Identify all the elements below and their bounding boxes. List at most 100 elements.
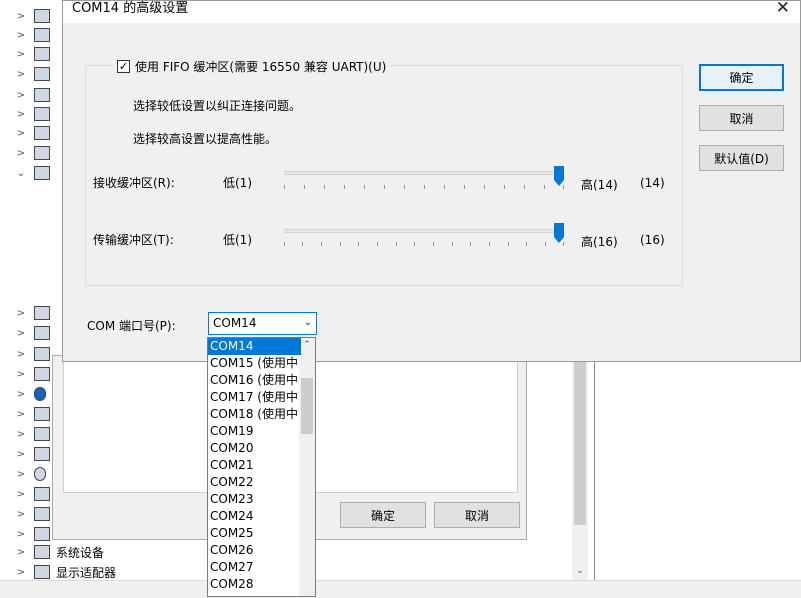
vertical-scrollbar[interactable]: ⌄ (572, 360, 588, 580)
monitor-icon (34, 347, 50, 361)
scrollbar-thumb[interactable] (301, 378, 313, 434)
chevron-right-icon[interactable]: > (16, 547, 26, 558)
tree-node-system-devices[interactable]: > 系统设备 (16, 542, 136, 562)
chevron-down-icon[interactable]: ⌄ (304, 317, 312, 328)
ok-button[interactable]: 确定 (699, 64, 784, 91)
speaker-icon (34, 447, 50, 461)
dropdown-option[interactable]: COM21 (208, 457, 301, 474)
chevron-right-icon[interactable]: > (16, 567, 26, 578)
dropdown-option[interactable]: COM16 (使用中 (208, 372, 301, 389)
device-icon (34, 9, 50, 23)
hint-low-text: 选择较低设置以纠正连接问题。 (133, 99, 302, 113)
device-icon (34, 47, 50, 61)
chevron-right-icon[interactable]: > (16, 529, 26, 540)
printer-icon (34, 126, 50, 140)
scrollbar-thumb[interactable] (574, 360, 586, 525)
dropdown-option[interactable]: COM17 (使用中 (208, 389, 301, 406)
monitor-icon (34, 565, 50, 579)
monitor-icon (34, 326, 50, 340)
controller-icon (34, 407, 50, 421)
com-port-label: COM 端口号(P): (87, 319, 176, 333)
receive-buffer-label: 接收缓冲区(R): (93, 176, 175, 190)
device-icon (34, 507, 50, 521)
chevron-right-icon[interactable]: > (16, 409, 26, 420)
transmit-slider-ticks (284, 242, 564, 246)
dropdown-option[interactable]: COM27 (208, 559, 301, 576)
ok-button[interactable]: 确定 (340, 502, 426, 528)
tree-node-display-adapters[interactable]: > 显示适配器 (16, 562, 136, 582)
dropdown-option[interactable]: COM25 (208, 525, 301, 542)
dropdown-option[interactable]: COM15 (使用中 (208, 355, 301, 372)
dropdown-option[interactable]: COM19 (208, 423, 301, 440)
chevron-right-icon[interactable]: > (16, 469, 26, 480)
dropdown-option[interactable]: COM20 (208, 440, 301, 457)
network-icon (34, 527, 50, 541)
mouse-icon (34, 467, 46, 481)
tree-node-label: 系统设备 (56, 545, 105, 560)
com-port-selected-value: COM14 (213, 316, 257, 330)
cancel-button[interactable]: 取消 (434, 502, 520, 528)
scroll-up-icon[interactable]: ⌃ (299, 340, 315, 354)
cancel-button[interactable]: 取消 (699, 105, 784, 131)
dropdown-option[interactable]: COM23 (208, 491, 301, 508)
folder-icon (34, 545, 50, 559)
com-port-select[interactable]: COM14 ⌄ (208, 312, 317, 335)
chevron-right-icon[interactable]: > (16, 389, 26, 400)
dropdown-option[interactable]: COM22 (208, 474, 301, 491)
fifo-checkbox[interactable]: ✓ 使用 FIFO 缓冲区(需要 16550 兼容 UART)(U) (113, 58, 391, 75)
device-icon (34, 88, 50, 102)
transmit-low-label: 低(1) (223, 233, 252, 247)
receive-high-label: 高(14) (581, 178, 618, 192)
printer-icon (34, 146, 50, 160)
chevron-right-icon[interactable]: > (16, 90, 26, 101)
usb-icon (34, 487, 50, 501)
title-bar: COM14 的高级设置 ✕ (63, 0, 800, 23)
transmit-buffer-label: 传输缓冲区(T): (93, 233, 174, 247)
dropdown-option[interactable]: COM18 (使用中 (208, 406, 301, 423)
checkmark-icon[interactable]: ✓ (117, 60, 130, 73)
dropdown-option[interactable]: COM24 (208, 508, 301, 525)
pane-divider (594, 360, 595, 580)
dropdown-option[interactable]: COM29 (208, 593, 301, 596)
chevron-right-icon[interactable]: > (16, 349, 26, 360)
keyboard-icon (34, 367, 50, 381)
horizontal-scrollbar[interactable] (0, 580, 801, 598)
bluetooth-icon (34, 387, 46, 401)
defaults-button[interactable]: 默认值(D) (699, 145, 784, 171)
device-icon (34, 427, 50, 441)
port-icon (34, 166, 50, 180)
chevron-right-icon[interactable]: > (16, 128, 26, 139)
chevron-right-icon[interactable]: > (16, 69, 26, 80)
chevron-right-icon[interactable]: > (16, 449, 26, 460)
dropdown-option[interactable]: COM26 (208, 542, 301, 559)
hint-high-text: 选择较高设置以提高性能。 (133, 132, 278, 146)
chevron-right-icon[interactable]: > (16, 308, 26, 319)
device-icon (34, 67, 50, 81)
chevron-right-icon[interactable]: > (16, 489, 26, 500)
chevron-right-icon[interactable]: > (16, 30, 26, 41)
chevron-right-icon[interactable]: > (16, 49, 26, 60)
fifo-checkbox-label[interactable]: 使用 FIFO 缓冲区(需要 16550 兼容 UART)(U) (135, 58, 386, 75)
dropdown-scrollbar[interactable]: ⌃ (299, 338, 315, 596)
chevron-right-icon[interactable]: > (16, 109, 26, 120)
dropdown-option[interactable]: COM28 (208, 576, 301, 593)
dropdown-option[interactable]: COM14 (208, 338, 301, 355)
close-icon[interactable]: ✕ (776, 0, 790, 17)
chevron-right-icon[interactable]: > (16, 11, 26, 22)
chevron-right-icon[interactable]: > (16, 509, 26, 520)
chevron-right-icon[interactable]: > (16, 148, 26, 159)
chevron-right-icon[interactable]: > (16, 328, 26, 339)
transmit-high-label: 高(16) (581, 235, 618, 249)
receive-buffer-slider[interactable] (284, 171, 564, 175)
com-port-dropdown-list[interactable]: ⌃ COM14 COM15 (使用中 COM16 (使用中 COM17 (使用中 COM… (207, 337, 316, 597)
dialog-title: COM14 的高级设置 (72, 1, 189, 16)
receive-low-label: 低(1) (223, 176, 252, 190)
chevron-right-icon[interactable]: > (16, 369, 26, 380)
scroll-down-icon[interactable]: ⌄ (574, 566, 586, 578)
transmit-buffer-slider[interactable] (284, 229, 564, 233)
device-icon (34, 28, 50, 42)
chevron-down-icon[interactable]: ⌄ (16, 168, 26, 179)
chevron-right-icon[interactable]: > (16, 429, 26, 440)
device-icon (34, 107, 50, 121)
device-icon (34, 306, 50, 320)
